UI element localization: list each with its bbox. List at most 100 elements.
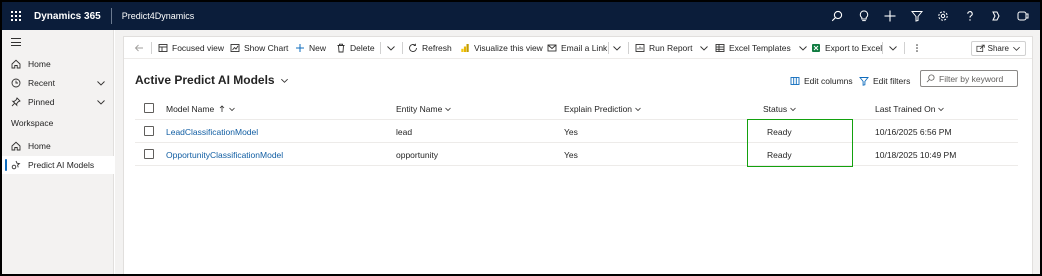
view-selector[interactable]: Active Predict AI Models [135,73,289,87]
home-icon [11,141,21,151]
model-name-link[interactable]: OpportunityClassificationModel [166,143,283,166]
sidebar-item-home[interactable]: Home [2,55,114,73]
more-vertical-icon [916,44,918,52]
table-row[interactable]: LeadClassificationModel lead Yes Ready 1… [135,120,1018,143]
sidebar-item-predict-ai-models[interactable]: Predict AI Models [2,156,114,174]
divider [628,42,629,54]
chevron-down-icon [445,107,452,111]
refresh-button[interactable]: Refresh [408,37,452,59]
chevron-down-icon [280,78,288,83]
teams-icon[interactable] [1010,2,1037,30]
explain-prediction-cell: Yes [564,149,578,160]
help-icon[interactable] [957,2,984,30]
column-header-status[interactable]: Status [763,97,797,120]
brand-title[interactable]: Dynamics 365 [30,11,111,22]
edit-columns-button[interactable]: Edit columns [790,74,853,88]
power-bi-icon [461,44,469,52]
visualize-label: Visualize this view [474,43,543,53]
hamburger-menu-icon[interactable] [11,38,21,49]
chevron-down-icon[interactable] [798,43,808,53]
column-header-last-trained-on[interactable]: Last Trained On [875,97,945,120]
app-name[interactable]: Predict4Dynamics [112,11,195,21]
run-report-button[interactable]: Run Report [635,37,713,59]
share-button[interactable]: Share [970,41,1026,56]
row-checkbox[interactable] [144,126,154,136]
edit-filters-button[interactable]: Edit filters [859,74,910,88]
divider [402,42,403,54]
command-bar: Focused view Show Chart New Delete Refre… [124,37,1032,59]
gear-icon[interactable] [930,2,957,30]
chevron-down-icon [790,107,796,111]
sidebar-item-recent[interactable]: Recent [2,74,114,92]
page-title: Active Predict AI Models [135,73,275,87]
report-icon [635,44,645,52]
search-icon[interactable] [824,2,851,30]
export-excel-button[interactable]: Export to Excel [811,37,882,59]
sidebar-item-label: Recent [28,78,55,88]
sidebar-item-workspace-home[interactable]: Home [2,137,114,155]
chevron-down-icon[interactable] [699,43,709,53]
entity-name-cell: lead [396,126,413,137]
column-header-label: Model Name [166,103,215,114]
share-icon [976,44,985,53]
clock-icon [11,78,21,88]
focused-view-button[interactable]: Focused view [158,37,224,59]
chevron-down-icon [635,107,641,111]
sidebar: Home Recent Pinned Workspace Home Predic… [2,30,114,274]
search-input[interactable] [939,73,1017,84]
grid-panel: Focused view Show Chart New Delete Refre… [123,36,1033,274]
email-link-button[interactable]: Email a Link [547,37,607,59]
chevron-down-icon[interactable] [96,78,106,88]
search-icon [926,74,935,83]
chevron-down-icon[interactable] [96,97,106,107]
explain-prediction-cell: Yes [564,126,578,137]
back-button[interactable] [134,37,148,59]
more-options-dropdown[interactable] [386,37,400,59]
new-button[interactable]: New [295,37,326,59]
column-header-label: Explain Prediction [564,103,633,114]
column-header-explain-prediction[interactable]: Explain Prediction [564,97,642,120]
model-name-link[interactable]: LeadClassificationModel [166,120,258,143]
entity-name-cell: opportunity [396,149,439,160]
sidebar-section-workspace: Workspace [11,118,54,128]
chevron-down-icon [613,46,621,51]
chevron-down-icon [229,107,235,111]
email-link-dropdown[interactable] [612,37,626,59]
divider [380,42,381,54]
column-header-label: Last Trained On [875,103,936,114]
excel-templates-button[interactable]: Excel Templates [715,37,812,59]
row-checkbox[interactable] [144,149,154,159]
show-chart-label: Show Chart [244,43,289,53]
copilot-icon[interactable] [983,2,1010,30]
divider [882,42,883,54]
trash-icon [337,43,345,53]
visualize-view-button[interactable]: Visualize this view [460,37,543,59]
top-bar: Dynamics 365 Predict4Dynamics [2,2,1040,30]
table-row[interactable]: OpportunityClassificationModel opportuni… [135,143,1018,166]
chevron-down-icon [1013,46,1020,51]
last-trained-cell: 10/16/2025 6:56 PM [875,126,952,137]
column-header-label: Status [763,103,788,114]
column-header-model-name[interactable]: Model Name [166,97,236,120]
column-header-entity-name[interactable]: Entity Name [396,97,452,120]
delete-button[interactable]: Delete [336,37,375,59]
ai-models-icon [11,160,21,170]
plus-icon[interactable] [877,2,904,30]
active-indicator [5,159,7,171]
export-excel-dropdown[interactable] [888,37,902,59]
more-commands-button[interactable] [912,37,926,59]
keyword-filter[interactable] [920,70,1018,87]
chevron-down-icon [889,46,897,51]
filter-icon [859,77,869,86]
refresh-icon [409,43,417,52]
filter-icon[interactable] [904,2,931,30]
column-header-label: Entity Name [396,103,443,114]
select-all-checkbox[interactable] [144,103,154,113]
waffle-icon [11,11,21,21]
app-launcher-button[interactable] [2,2,30,30]
sidebar-item-pinned[interactable]: Pinned [2,93,114,111]
sort-ascending-icon [219,104,225,112]
show-chart-button[interactable]: Show Chart [230,37,288,59]
lightbulb-icon[interactable] [851,2,878,30]
chart-icon [230,44,240,52]
